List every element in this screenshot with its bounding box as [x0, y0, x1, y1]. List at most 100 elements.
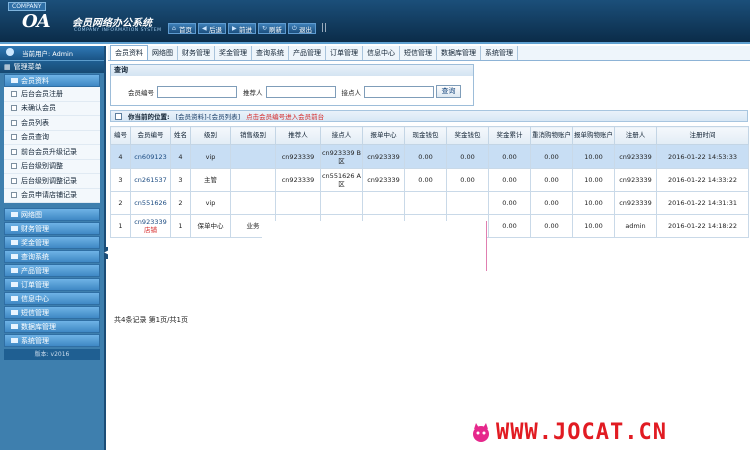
- current-user-label: 当前用户: Admin: [22, 50, 73, 58]
- category-label: 订单管理: [21, 280, 49, 289]
- cell-referrer: cn923339: [275, 144, 321, 169]
- member-code-input[interactable]: [157, 86, 237, 98]
- tab-finance[interactable]: 财务管理: [178, 46, 215, 60]
- member-code-link[interactable]: cn609123: [134, 153, 167, 161]
- column-header: 级别: [190, 126, 231, 145]
- category-label: 数据库管理: [21, 322, 56, 331]
- tab-network[interactable]: 网络图: [148, 46, 178, 60]
- cell-node: cn551626 A区: [320, 168, 363, 192]
- back-button[interactable]: ◀ 后退: [198, 23, 226, 34]
- tab-member[interactable]: 会员资料: [110, 45, 148, 60]
- member-code-link[interactable]: cn923339: [134, 218, 167, 226]
- home-button[interactable]: ⌂ 首页: [168, 23, 196, 34]
- breadcrumb: [会员资料]-[会员列表]: [175, 113, 241, 121]
- cell-bonus: [446, 191, 489, 215]
- refresh-button[interactable]: ↻ 刷新: [258, 23, 286, 34]
- pagination-info: 共4条记录 第1页/共1页: [114, 316, 188, 324]
- sidebar-item-unconfirmed[interactable]: 未确认会员: [4, 102, 100, 116]
- cell-code[interactable]: cn923339 店铺: [130, 214, 171, 238]
- category-label: 短信管理: [21, 308, 49, 317]
- query-row: 会员编号 推荐人 接点人: [111, 86, 434, 98]
- forward-label: 前进: [239, 25, 252, 34]
- forward-button[interactable]: ▶ 前进: [228, 23, 256, 34]
- cell-node: [320, 191, 363, 215]
- column-header: 重消购物账户: [530, 126, 573, 145]
- column-header: 会员编号: [130, 126, 171, 145]
- tab-sms[interactable]: 短信管理: [400, 46, 437, 60]
- column-header: 现金钱包: [404, 126, 447, 145]
- member-list-panel: 你当前的位置: [会员资料]-[会员列表] 点击会员编号进入会员前台 编号 会员编…: [110, 110, 749, 324]
- tab-bonus[interactable]: 奖金管理: [215, 46, 252, 60]
- tab-product[interactable]: 产品管理: [289, 46, 326, 60]
- sidebar-item-upgrade-log[interactable]: 前台会员升级记录: [4, 145, 100, 160]
- category-label: 产品管理: [21, 266, 49, 275]
- sidebar-item-level-adjust[interactable]: 后台级别调整: [4, 160, 100, 174]
- member-code-link[interactable]: cn551626: [134, 199, 167, 207]
- sidebar-category-query[interactable]: 查询系统: [4, 250, 100, 263]
- sidebar-item-member-list[interactable]: 会员列表: [4, 116, 100, 131]
- cell-consume: 0.00: [530, 191, 573, 215]
- sidebar-item-shop-application[interactable]: 会员申请店铺记录: [4, 189, 100, 203]
- tab-system[interactable]: 系统管理: [481, 46, 518, 60]
- current-user-bar: 当前用户: Admin: [0, 46, 104, 60]
- table-header-row: 编号 会员编号 姓名 级别 销售级别 推荐人 接点人 报单中心 现金钱包 奖金钱包 奖金累计 重消购物…: [110, 126, 749, 145]
- sidebar-item-label: 会员列表: [21, 118, 49, 127]
- query-button[interactable]: 查询: [436, 85, 461, 98]
- cell-no: 3: [110, 168, 131, 192]
- sidebar-category-network[interactable]: 网络图: [4, 208, 100, 221]
- table-row[interactable]: 2 cn551626 2 vip 0.00 0.00 10.00 cn923339 2016-0…: [110, 191, 749, 215]
- node-input[interactable]: [364, 86, 434, 98]
- cell-registrar: admin: [614, 214, 657, 238]
- cell-registrar: cn923339: [614, 144, 657, 169]
- cell-code[interactable]: cn261537: [130, 168, 171, 192]
- sidebar-category-info[interactable]: 信息中心: [4, 292, 100, 305]
- folder-icon: [11, 240, 18, 245]
- cell-bonus-total: 0.00: [488, 214, 531, 238]
- shop-badge: 店铺: [144, 226, 157, 234]
- cell-bonus: 0.00: [446, 144, 489, 169]
- sidebar-category-product[interactable]: 产品管理: [4, 264, 100, 277]
- cell-order-acc: 10.00: [572, 214, 615, 238]
- cell-cash: [404, 191, 447, 215]
- tab-order[interactable]: 订单管理: [326, 46, 363, 60]
- sidebar-item-label: 后台级别调整记录: [21, 176, 77, 185]
- member-code-link[interactable]: cn261537: [134, 176, 167, 184]
- member-code-label: 会员编号: [128, 89, 154, 97]
- cell-node: cn923339 B区: [320, 144, 363, 169]
- page-icon: [11, 119, 17, 126]
- sidebar-item-level-adjust-log[interactable]: 后台级别调整记录: [4, 174, 100, 189]
- cell-code[interactable]: cn551626: [130, 191, 171, 215]
- sidebar-category-order[interactable]: 订单管理: [4, 278, 100, 291]
- forward-icon: ▶: [232, 24, 237, 32]
- sidebar-category-bonus[interactable]: 奖金管理: [4, 236, 100, 249]
- cell-consume: 0.00: [530, 214, 573, 238]
- cell-bonus-total: 0.00: [488, 168, 531, 192]
- category-label: 会员资料: [21, 76, 49, 85]
- cell-bonus-total: 0.00: [488, 144, 531, 169]
- sidebar-category-finance[interactable]: 财务管理: [4, 222, 100, 235]
- table-row[interactable]: 4 cn609123 4 vip cn923339 cn923339 B区 cn923339…: [110, 144, 749, 169]
- referrer-input[interactable]: [265, 86, 336, 98]
- cell-code[interactable]: cn609123: [130, 144, 171, 169]
- tab-database[interactable]: 数据库管理: [437, 46, 481, 60]
- exit-button[interactable]: ⏻ 退出: [288, 23, 316, 34]
- sidebar-category-member[interactable]: 会员资料: [4, 74, 100, 87]
- tab-query[interactable]: 查询系统: [252, 46, 289, 60]
- column-header: 奖金钱包: [446, 126, 489, 145]
- table-row[interactable]: 3 cn261537 3 主管 cn923339 cn551626 A区 cn923339 0…: [110, 168, 749, 192]
- tab-info[interactable]: 信息中心: [363, 46, 400, 60]
- column-header: 编号: [110, 126, 131, 145]
- sidebar-item-register[interactable]: 后台会员注册: [4, 87, 100, 102]
- column-header: 接点人: [320, 126, 363, 145]
- location-icon: [115, 112, 122, 120]
- cell-sales-level: [230, 191, 276, 215]
- category-label: 财务管理: [21, 224, 49, 233]
- cell-consume: 0.00: [530, 144, 573, 169]
- sidebar-category-sms[interactable]: 短信管理: [4, 306, 100, 319]
- sidebar-category-system[interactable]: 系统管理: [4, 334, 100, 347]
- sidebar-item-member-query[interactable]: 会员查询: [4, 131, 100, 145]
- grip-icon: [322, 23, 326, 32]
- cell-sales-level: [230, 144, 276, 169]
- sidebar-category-database[interactable]: 数据库管理: [4, 320, 100, 333]
- app-title: 会员网络办公系统: [72, 18, 152, 29]
